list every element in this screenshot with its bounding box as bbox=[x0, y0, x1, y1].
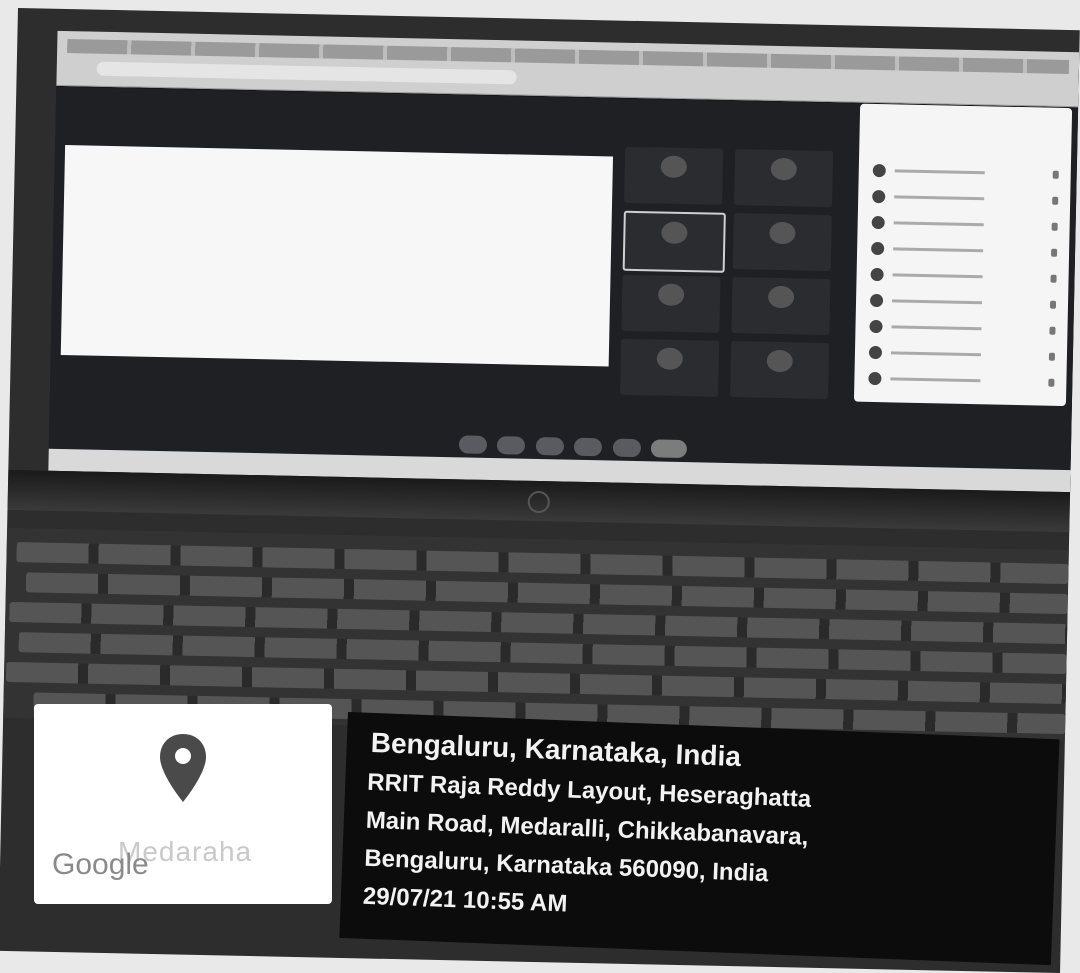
camera-button[interactable] bbox=[497, 436, 526, 455]
avatar bbox=[661, 221, 688, 245]
people-panel bbox=[853, 103, 1073, 407]
more-options-button[interactable] bbox=[612, 438, 641, 458]
stamp-address-line-1: RRIT Raja Reddy Layout, Heseraghatta bbox=[366, 768, 812, 813]
laptop-screen bbox=[48, 30, 1080, 493]
participant-tile bbox=[731, 277, 831, 336]
stamp-city: Bengaluru, Karnataka, India bbox=[370, 726, 742, 773]
avatar bbox=[767, 285, 795, 309]
participant-tile bbox=[732, 213, 832, 272]
shared-slide bbox=[60, 145, 614, 367]
avatar bbox=[770, 157, 798, 181]
end-call-button[interactable] bbox=[650, 439, 688, 459]
address-bar bbox=[96, 61, 517, 85]
avatar bbox=[656, 347, 684, 370]
list-item bbox=[869, 319, 1056, 338]
list-item bbox=[870, 267, 1057, 286]
avatar bbox=[769, 221, 796, 245]
location-map-thumbnail: Medaraha Google bbox=[34, 704, 332, 904]
stamp-address-line-3: Bengaluru, Karnataka 560090, India bbox=[363, 844, 769, 888]
stamp-address-line-2: Main Road, Medaralli, Chikkabanavara, bbox=[365, 806, 809, 851]
stamp-datetime: 29/07/21 10:55 AM bbox=[362, 882, 568, 918]
call-controls bbox=[458, 435, 694, 460]
participant-tile-active bbox=[622, 210, 726, 273]
list-item bbox=[872, 189, 1059, 208]
video-call-window bbox=[48, 86, 1079, 471]
list-item bbox=[868, 345, 1056, 364]
avatar bbox=[660, 155, 688, 179]
list-item bbox=[871, 215, 1058, 234]
list-item bbox=[868, 371, 1055, 390]
google-logo: Google bbox=[52, 848, 149, 881]
location-stamp: Bengaluru, Karnataka, India RRIT Raja Re… bbox=[339, 712, 1060, 966]
captions-button[interactable] bbox=[535, 436, 565, 456]
avatar bbox=[766, 349, 794, 373]
participant-tile bbox=[734, 149, 834, 208]
participant-tile bbox=[624, 146, 724, 205]
participant-tile bbox=[620, 338, 720, 397]
list-item bbox=[869, 293, 1057, 312]
list-item bbox=[871, 241, 1058, 260]
avatar bbox=[657, 283, 685, 307]
map-pin-icon bbox=[160, 734, 206, 802]
mic-button[interactable] bbox=[458, 435, 488, 454]
list-item bbox=[872, 163, 1059, 182]
participant-tile bbox=[621, 274, 721, 333]
participant-tile bbox=[730, 341, 830, 400]
present-button[interactable] bbox=[574, 437, 603, 457]
